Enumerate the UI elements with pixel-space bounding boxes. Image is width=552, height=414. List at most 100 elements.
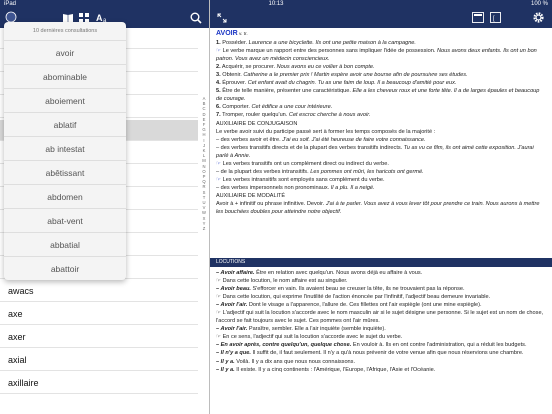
definition-text: Les verbes transitifs ont un complément … <box>222 160 389 167</box>
note-icon: ☞ <box>216 310 223 317</box>
definition-text: Dont le visage a l'apparence, l'allure d… <box>248 302 350 309</box>
recent-item[interactable]: abbatial <box>4 232 126 256</box>
example-text: Catherine a le premier prix ! Martin esp… <box>243 72 468 79</box>
example-text: Nous avons déjà eu affaire à vous. <box>336 270 423 276</box>
definition-text: En ce sens, l'adjectif qui suit la locut… <box>222 334 403 341</box>
recent-item[interactable]: ab intestat <box>4 136 126 160</box>
example-text: Les pommes ont mûri, les haricots ont ge… <box>310 168 424 175</box>
search-icon[interactable] <box>190 12 202 24</box>
definition-text: Auxiliaire de modalité <box>216 192 286 199</box>
definition-text: Le verbe avoir suivi du participe passé … <box>216 128 436 135</box>
recent-item[interactable]: avoir <box>4 40 126 64</box>
locution-term: – En avoir après, contre quelqu'un, quel… <box>216 342 353 349</box>
recent-item[interactable]: abattoir <box>4 256 126 280</box>
definition-line: Avoir à + infinitif ou phrase infinitive… <box>216 200 546 216</box>
definition-text: Le verbe marque un rapport entre des per… <box>222 48 437 55</box>
recent-item[interactable]: aboiement <box>4 88 126 112</box>
definition-text: Dans cette locution, qui exprime l'inuti… <box>222 294 491 301</box>
alphabet-index[interactable]: ABCDEFGHIJKLMNOPQRSTUVWXYZ <box>200 96 208 231</box>
definition-text: Voilà. <box>236 358 252 365</box>
definition-line: Le verbe avoir suivi du participe passé … <box>216 128 546 136</box>
definition-text: Obtenir. <box>220 72 244 79</box>
definition-text: Dans cette locution, le nom affaire est … <box>222 278 348 285</box>
list-item[interactable]: axial <box>0 350 198 371</box>
definition-line: – des verbes transitifs directs et de la… <box>216 144 546 160</box>
definition-text: Comporter. <box>220 104 252 111</box>
recent-item[interactable]: abêtissant <box>4 160 126 184</box>
example-text: J'ai eu soif. J'ai été heureuse de faire… <box>282 136 426 143</box>
definition-line: ☞ Le verbe marque un rapport entre des p… <box>216 47 546 63</box>
example-text: Laurence a une bicyclette. Ils ont une p… <box>248 40 416 47</box>
note-icon: ☞ <box>216 160 223 167</box>
example-text: Ces pommes ont l'air mûres. <box>308 318 380 325</box>
entry-headword: AVOIR v. tr. <box>216 30 546 39</box>
definition-line: – des verbes impersonnels non pronominau… <box>216 184 546 192</box>
recent-item[interactable]: abdomen <box>4 184 126 208</box>
locution-line: ☞ En ce sens, l'adjectif qui suit la loc… <box>216 333 546 341</box>
locutions-body: – Avoir affaire. Être en relation avec q… <box>216 269 546 374</box>
definition-text: Être de telle manière, présenter une car… <box>220 88 353 95</box>
locution-term: – Il y a. <box>216 366 237 373</box>
definition-line: 5. Être de telle manière, présenter une … <box>216 87 546 103</box>
note-icon: ☞ <box>216 294 223 301</box>
example-text: Elle a l'air inquiète (semble inquiète). <box>294 326 386 333</box>
list-item[interactable]: axe <box>0 304 198 325</box>
locution-line: – En avoir après, contre quelqu'un, quel… <box>216 341 546 349</box>
note-icon: ☞ <box>216 48 223 55</box>
locution-line: ☞ Dans cette locution, le nom affaire es… <box>216 277 546 285</box>
note-icon: ☞ <box>216 278 223 285</box>
definition-line: 2. Acquérir, se procurer. Nous avons eu … <box>216 63 546 71</box>
pane-divider <box>209 0 210 414</box>
definition-text: Paraître, sembler. <box>248 326 295 333</box>
index-letter[interactable]: Z <box>200 226 208 231</box>
definition-line: – des verbes avoir et être. J'ai eu soif… <box>216 136 546 144</box>
example-text: Il n'y a qu'à nous prévenir de votre ven… <box>323 350 524 357</box>
locution-term: – Avoir l'air. <box>216 326 249 333</box>
panel-icon[interactable] <box>472 12 484 23</box>
section-heading: Auxiliaire de conjugaison <box>216 120 546 128</box>
definition-line: 1. Posséder. Laurence a une bicyclette. … <box>216 39 546 47</box>
recent-item[interactable]: ablatif <box>4 112 126 136</box>
list-item[interactable]: axer <box>0 327 198 348</box>
definition-text: S'efforcer en vain. <box>252 286 299 293</box>
settings-icon[interactable] <box>532 11 545 24</box>
definition-text: – des verbes avoir et être. <box>216 136 283 143</box>
note-icon: ☞ <box>216 334 223 341</box>
definition-text: Acquérir, se procurer. <box>220 64 277 71</box>
right-toolbar: [ <box>210 8 552 28</box>
example-text: Il a plu. Il a neigé. <box>330 184 375 191</box>
definition-line: 4. Éprouver. Cet enfant avait du chagrin… <box>216 79 546 87</box>
svg-text:[: [ <box>493 16 495 22</box>
example-text: Cet escroc cherche à nous avoir. <box>288 112 371 119</box>
definition-text: Il suffit de, il faut seulement. <box>252 350 324 357</box>
definition-text: Éprouver. <box>220 80 248 87</box>
locution-line: – Avoir beau. S'efforcer en vain. Ils av… <box>216 285 546 293</box>
expand-icon[interactable] <box>217 13 227 23</box>
locutions-header: LOCUTIONS <box>210 258 552 267</box>
definition-text: Les verbes intransitifs sont employés sa… <box>222 176 385 183</box>
locution-line: – Avoir l'air. Paraître, sembler. Elle a… <box>216 325 546 333</box>
list-item[interactable]: awacs <box>0 281 198 302</box>
recent-item[interactable]: abominable <box>4 64 126 88</box>
definition-line: 6. Comporter. Cet édifice a une cour int… <box>216 103 546 111</box>
locution-term: – Il y a. <box>216 358 237 365</box>
example-text: Cet enfant avait du chagrin. Tu as une f… <box>247 80 457 87</box>
locution-line: – Avoir l'air. Dont le visage a l'appare… <box>216 301 546 309</box>
list-item[interactable]: axillaire <box>0 373 198 394</box>
example-text: Nous avons eu ce voilier à bon compte. <box>276 64 375 71</box>
example-text: Il y a dix ans que nous nous connaissons… <box>251 358 356 365</box>
status-bar: iPad 10:13 100 % <box>0 0 552 8</box>
recent-item[interactable]: abat-vent <box>4 208 126 232</box>
definition-text: Tromper, rouler quelqu'un. <box>220 112 289 119</box>
recent-consultations-popup: 10 dernières consultations avoir abominab… <box>4 22 126 280</box>
locution-term: – Il n'y a que. <box>216 350 253 357</box>
section-heading: Auxiliaire de modalité <box>216 192 546 200</box>
example-text: Ces fillettes ont l'air espiègle (ont un… <box>349 302 482 309</box>
headword: AVOIR <box>216 30 238 37</box>
definition-line: ☞ Les verbes intransitifs sont employés … <box>216 176 546 184</box>
locution-line: ☞ Dans cette locution, qui exprime l'inu… <box>216 293 546 301</box>
box-icon[interactable]: [ <box>490 12 501 23</box>
definition-line: – de la plupart des verbes intransitifs.… <box>216 168 546 176</box>
example-text: Ils en ont contre l'administration, qui … <box>385 342 527 349</box>
locution-line: – Il y a. Il existe. Il y a cinq contine… <box>216 366 546 374</box>
